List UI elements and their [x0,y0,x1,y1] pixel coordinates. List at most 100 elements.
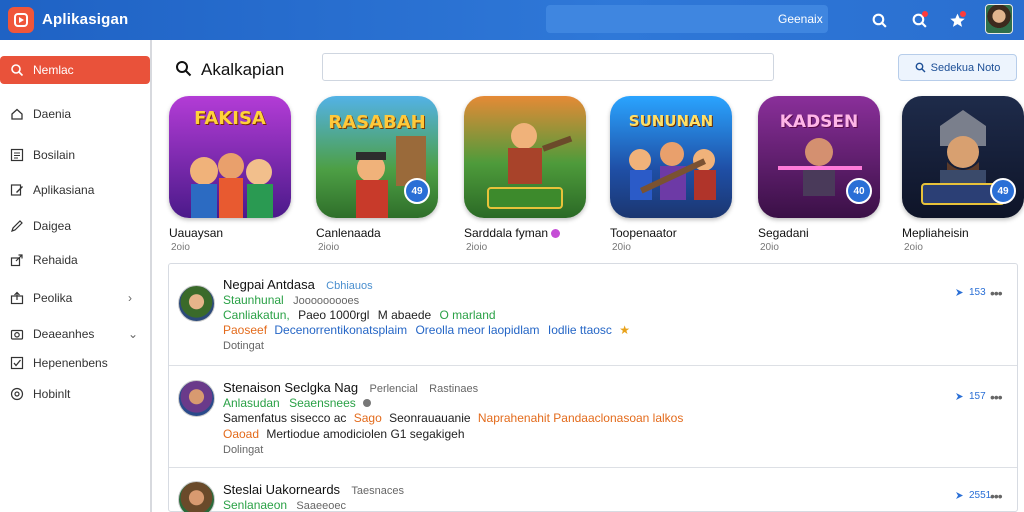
list-item-detail: M abaede [377,308,432,322]
list-item-detail: Naprahenahit Pandaaclonasoan lalkos [477,411,684,425]
more-options-icon[interactable]: ••• [990,389,1003,405]
sidebar-item-label: Peolika [33,291,73,305]
sidebar-item-label: Bosilain [33,148,76,162]
list-item-description: Mertiodue amodiciolen G1 segakigeh [266,427,465,441]
sidebar-item-deaeanhes[interactable]: Deaeanhes ⌄ [0,320,150,348]
game-meta: 20io [612,242,631,253]
sidebar-item-daenia[interactable]: Daenia [0,100,150,128]
top-search-label: Geenaix [778,12,823,26]
featured-card[interactable]: Sarddala fyman 2ioio [464,96,586,253]
camera-icon [10,327,24,341]
featured-card[interactable]: SUNUNAN Toopenaator 20io [610,96,732,253]
game-name: Segadani [758,226,809,240]
featured-card[interactable]: FAKISA Uauaysan 2oio [169,96,291,253]
sidebar-item-hobinlt[interactable]: Hobinlt [0,380,150,408]
list-item-title: Stenaison Seclgka Nag [223,380,359,395]
game-meta: 2ioio [466,242,488,253]
chevron-right-icon[interactable]: › [128,291,132,305]
app-logo-icon[interactable] [8,7,34,33]
game-avatar[interactable] [178,481,215,512]
game-avatar[interactable] [178,285,215,322]
search-button[interactable]: Sedekua Noto [898,54,1017,81]
list-item-category: Paoseef [223,323,268,337]
list-item[interactable]: Stenaison Seclgka Nag Perlencial Rastina… [169,366,1017,468]
rating-badge: 49 [404,178,430,204]
list-item-meta: Jooooooooes [293,295,360,307]
info-icon [10,387,24,401]
search-icon[interactable] [175,60,192,77]
list-item-detail: Paeo 1000rgl [298,308,370,322]
top-bar: Aplikasigan Geenaix [0,0,1024,40]
list-item-title: Steslai Uakorneards [223,482,341,497]
game-art-title: RASABAH [328,112,426,133]
sidebar-item-label: Rehaida [33,253,78,267]
game-avatar[interactable] [178,380,215,417]
rating-badge: 40 [846,178,872,204]
list-item-footer: Dolingat [223,444,264,456]
game-meta: 2oio [171,242,190,253]
search-icon[interactable] [908,9,930,31]
list-item-status: Staunhunal [223,293,284,307]
star-icon: ★ [619,323,631,337]
list-item-description: Iodlie ttaosc [547,323,612,337]
sidebar-item-peolika[interactable]: Peolika › [0,284,150,312]
upload-icon [10,291,24,305]
sidebar-item-hepenenbens[interactable]: Hepenenbens [0,349,150,377]
notification-dot [922,11,928,17]
sidebar-item-daigea[interactable]: Daigea [0,212,150,240]
list-item-status: Anlasudan [223,396,280,410]
user-avatar[interactable] [985,4,1013,34]
favorites-icon[interactable] [946,9,968,31]
sidebar-item-bosilain[interactable]: Bosilain [0,141,150,169]
list-item-tag: Cbhiauos [326,280,373,292]
game-art-title: KADSEN [779,112,859,132]
search-plus-icon[interactable] [868,9,890,31]
list-item-tag: Perlencial [369,383,418,395]
pencil-icon [10,219,24,233]
sidebar-item-label: Daigea [33,219,72,233]
game-name: Mepliaheisin [902,226,969,240]
sidebar-item-rehaida[interactable]: Rehaida [0,246,150,274]
featured-card[interactable]: RASABAH 49 Canlenaada 2ioio [316,96,438,253]
game-thumbnail[interactable]: 49 [902,96,1024,218]
more-options-icon[interactable]: ••• [990,285,1003,301]
sidebar-item-label: Nemlac [33,63,74,77]
game-meta: 2oio [904,242,923,253]
list-item-description: Decenorrentikonatsplaim [274,323,408,337]
sidebar-item-label: Hepenenbens [33,356,108,370]
sidebar-item-aplikasiana[interactable]: Aplikasiana [0,176,150,204]
game-thumbnail[interactable]: SUNUNAN [610,96,732,218]
list-item-footer: Dotingat [223,340,264,352]
more-options-icon[interactable]: ••• [990,488,1003,504]
arrow-icon [956,393,963,400]
list-item[interactable]: Steslai Uakorneards Taesnaces Senlanaeon… [169,468,1017,512]
game-thumbnail[interactable]: KADSEN 40 [758,96,880,218]
game-name: Uauaysan [169,226,224,240]
sidebar-item-nemlac[interactable]: Nemlac [0,56,150,84]
list-item-detail: O marland [439,308,496,322]
game-meta: 2ioio [318,242,340,253]
featured-card[interactable]: KADSEN 40 Segadani 20io [758,96,880,253]
chevron-down-icon[interactable]: ⌄ [128,327,138,341]
list-item-detail: Samenfatus sisecco ac [223,411,347,425]
list-item-count[interactable]: 2551 [955,490,991,501]
verified-icon [551,229,561,239]
home-icon [10,107,24,121]
edit-icon [10,183,24,197]
game-thumbnail[interactable] [464,96,586,218]
list-item-count[interactable]: 157 [955,391,986,402]
list-item-tag: Rastinaes [429,383,479,395]
list-item-detail: Sago [353,411,382,425]
list-item-meta: Saaeeoec [296,500,346,512]
results-list: Negpai Antdasa Cbhiauos Staunhunal Joooo… [168,263,1018,512]
game-thumbnail[interactable]: RASABAH 49 [316,96,438,218]
list-item-count[interactable]: 153 [955,287,986,298]
game-name: Sarddala fyman [464,226,561,240]
game-thumbnail[interactable]: FAKISA [169,96,291,218]
list-icon [10,148,24,162]
featured-card[interactable]: 49 Mepliaheisin 2oio [902,96,1024,253]
list-item[interactable]: Negpai Antdasa Cbhiauos Staunhunal Joooo… [169,264,1017,366]
search-input[interactable] [322,53,774,81]
list-item-meta: Seaensnees [289,396,356,410]
arrow-icon [956,289,963,296]
